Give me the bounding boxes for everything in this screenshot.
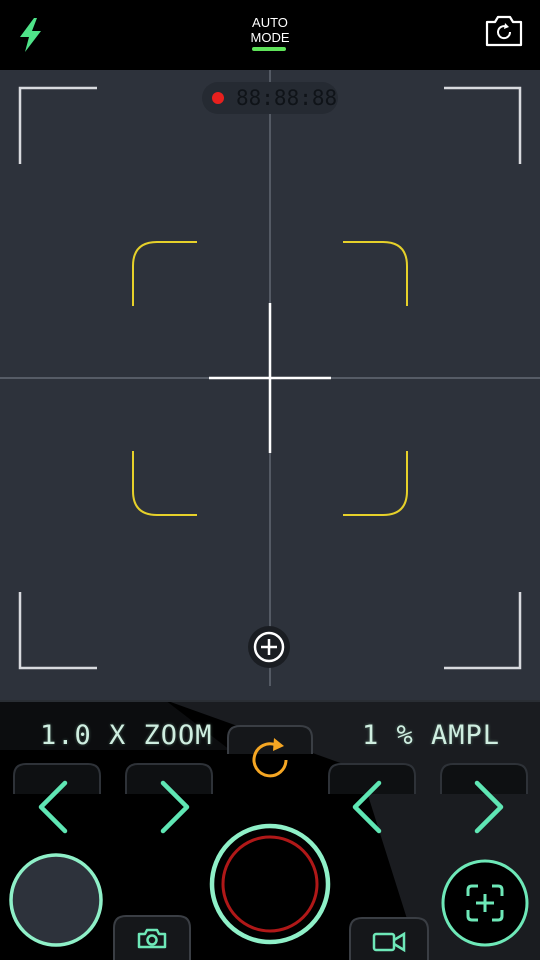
ampl-decrease-button[interactable] <box>350 780 386 834</box>
zoom-increase-button[interactable] <box>156 780 192 834</box>
photo-mode-tab[interactable] <box>112 914 192 960</box>
timer-text: 88:88:88 <box>236 86 338 110</box>
crosshair <box>209 303 331 453</box>
record-dot-icon <box>212 92 224 104</box>
chevron-left-icon <box>38 780 68 834</box>
focus-add-button[interactable] <box>440 858 530 948</box>
zoom-readout: 1.0 X ZOOM <box>40 720 213 751</box>
add-focus-point-button[interactable] <box>247 625 291 669</box>
mode-line-2: MODE <box>250 30 290 45</box>
top-bar: AUTO MODE <box>0 0 540 70</box>
auto-mode-button[interactable]: AUTO MODE <box>230 15 310 45</box>
chevron-right-icon <box>474 780 504 834</box>
chevron-right-icon <box>160 780 190 834</box>
camera-switch-icon[interactable] <box>484 14 524 48</box>
gallery-button[interactable] <box>8 852 104 948</box>
mode-indicator <box>252 47 286 51</box>
viewfinder[interactable]: 88:88:88 <box>0 70 540 700</box>
mode-line-1: AUTO <box>252 15 288 30</box>
ampl-increase-button[interactable] <box>470 780 506 834</box>
amplification-readout: 1 % AMPL <box>362 720 501 751</box>
viewfinder-overlay <box>0 70 540 686</box>
flash-icon[interactable] <box>14 16 48 54</box>
shutter-button[interactable] <box>208 822 332 946</box>
recording-timer: 88:88:88 <box>202 82 338 114</box>
refresh-button[interactable] <box>226 724 314 794</box>
chevron-left-icon <box>352 780 382 834</box>
video-mode-tab[interactable] <box>348 916 430 960</box>
control-panel: 1.0 X ZOOM 1 % AMPL <box>0 700 540 960</box>
zoom-decrease-button[interactable] <box>36 780 72 834</box>
